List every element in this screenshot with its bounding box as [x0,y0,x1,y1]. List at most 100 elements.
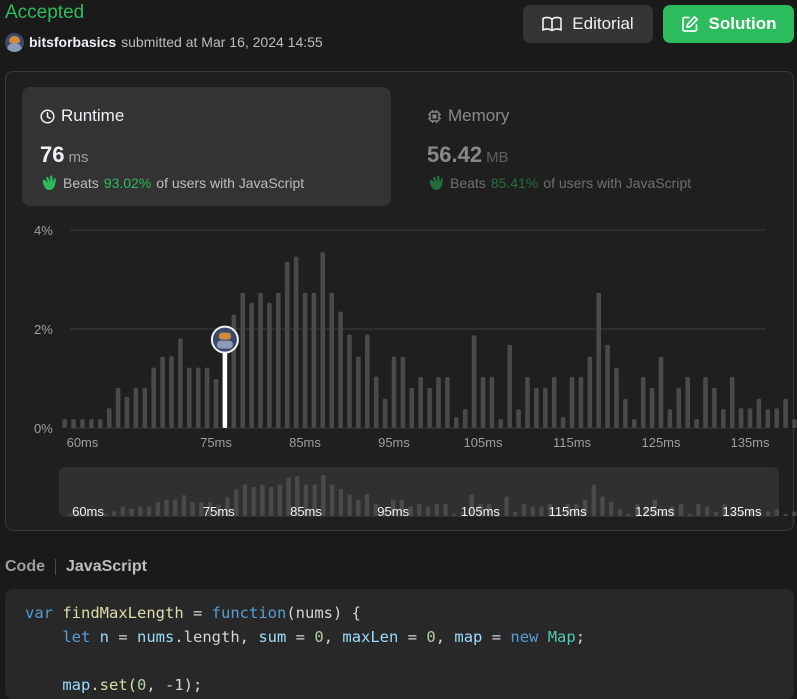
bar [98,419,103,428]
bar [649,387,655,428]
bar [400,356,406,428]
overview-tick-label: 95ms [377,504,409,519]
user-marker-hat [218,332,231,340]
bar [356,356,361,428]
overview-bar [704,506,710,516]
bar [71,419,76,428]
overview-bar [120,506,126,516]
overview-tick-label: 125ms [635,504,675,519]
bar [373,376,379,428]
bar [115,387,121,428]
overview-bar [164,499,169,516]
bar [640,377,646,428]
overview-bar [242,484,248,516]
overview-bar [338,488,344,516]
bar [605,344,610,428]
bar [436,377,441,428]
overview-bar [774,509,780,516]
bar [204,367,210,428]
bar [471,335,477,428]
overview-bar [521,504,527,516]
bar [632,419,637,428]
bar [694,419,699,428]
overview-bar [687,513,692,516]
bar [498,419,504,428]
x-tick-label: 60ms [67,435,99,450]
bar [774,408,779,428]
code-language: JavaScript [66,558,147,575]
x-tick-label: 125ms [641,435,681,450]
bar [427,387,432,428]
x-tick-label: 115ms [553,435,592,450]
x-tick-label: 135ms [730,435,770,450]
bar [792,419,797,428]
overview-bar [539,506,544,516]
overview-bar [425,506,431,516]
bar [578,377,584,428]
bar [329,292,334,428]
bar [124,396,130,428]
code-label: Code [5,558,45,575]
bar [142,387,148,428]
bar [258,292,263,428]
bar [409,387,415,428]
y-tick-label: 0% [34,421,53,436]
overview-bar [591,484,596,516]
bar [587,356,593,428]
overview-bar [155,501,160,516]
bar [267,302,272,428]
bar [213,378,219,428]
x-tick-label: 105ms [463,435,503,450]
overview-bar [268,486,274,516]
bar [454,417,459,428]
bar [276,292,281,428]
bar [365,334,370,428]
overview-bar [434,504,439,516]
bar [347,334,352,428]
overview-bar [329,484,335,516]
divider [55,559,56,575]
bar [534,387,539,428]
overview-bar [600,496,605,516]
bar [462,409,468,428]
bar [721,409,726,428]
user-marker-body [216,340,233,349]
x-tick-label: 85ms [289,435,321,450]
bar [525,377,530,428]
overview-bar [190,501,195,516]
overview-bar [530,506,535,516]
bar [569,377,575,428]
overview-bar [626,513,631,516]
runtime-distribution-chart[interactable]: 4% 2% 0% 60ms 75ms 85ms 95ms 105ms 115ms 125ms 135… [0,0,797,540]
overview-tick-label: 135ms [722,504,762,519]
bar [240,292,245,428]
overview-bar [452,513,457,516]
overview-bar [417,504,422,516]
bar [418,377,423,428]
overview-bar [129,508,134,516]
bar [623,398,628,428]
bar [293,256,299,428]
bar [151,367,156,428]
bar [596,292,601,428]
overview-tick-label: 75ms [203,504,235,519]
overview-tick-label: 115ms [549,504,588,519]
overview-bar [504,496,509,516]
bar [133,387,139,428]
bar [543,387,548,428]
bar [106,408,112,428]
x-tick-label: 75ms [200,435,232,450]
bar [765,409,771,428]
bar [391,356,397,428]
overview-bar [513,511,518,516]
bar [658,356,664,428]
overview-bar [617,509,623,516]
bar [80,419,85,428]
overview-bar [765,511,771,516]
bar [445,377,450,428]
bar [178,338,183,428]
overview-bar [138,506,143,516]
bar [756,398,762,428]
overview-bar [696,504,701,516]
bar [480,377,486,428]
